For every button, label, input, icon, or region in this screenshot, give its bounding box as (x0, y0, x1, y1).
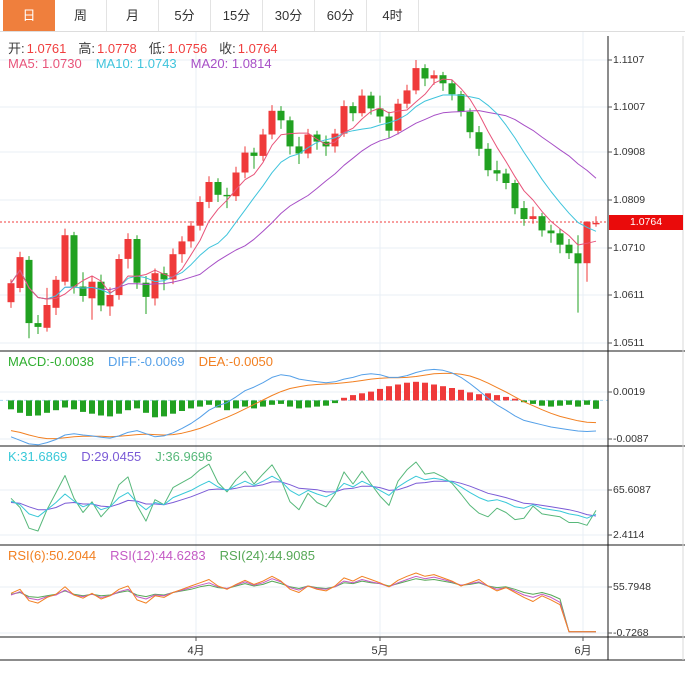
tab-min5[interactable]: 5分 (159, 0, 211, 31)
tab-min30[interactable]: 30分 (263, 0, 315, 31)
tab-min60[interactable]: 60分 (315, 0, 367, 31)
tab-min15[interactable]: 15分 (211, 0, 263, 31)
chart-stage[interactable]: 开: 1.0761 高: 1.0778 低: 1.0756 收: 1.0764 MA5: 1.… (0, 32, 685, 673)
tab-month[interactable]: 月 (107, 0, 159, 31)
tab-hour4[interactable]: 4时 (367, 0, 419, 31)
timeframe-tabbar: 日周月 5分 15分 30分 60分 4时 (0, 0, 685, 32)
tab-week[interactable]: 周 (55, 0, 107, 31)
candlestick-chart-app: 日周月 5分 15分 30分 60分 4时 开: 1.0761 高: 1.0778 低: 1.075… (0, 0, 685, 673)
tab-day[interactable]: 日 (3, 0, 55, 31)
chart-canvas[interactable] (0, 32, 685, 673)
